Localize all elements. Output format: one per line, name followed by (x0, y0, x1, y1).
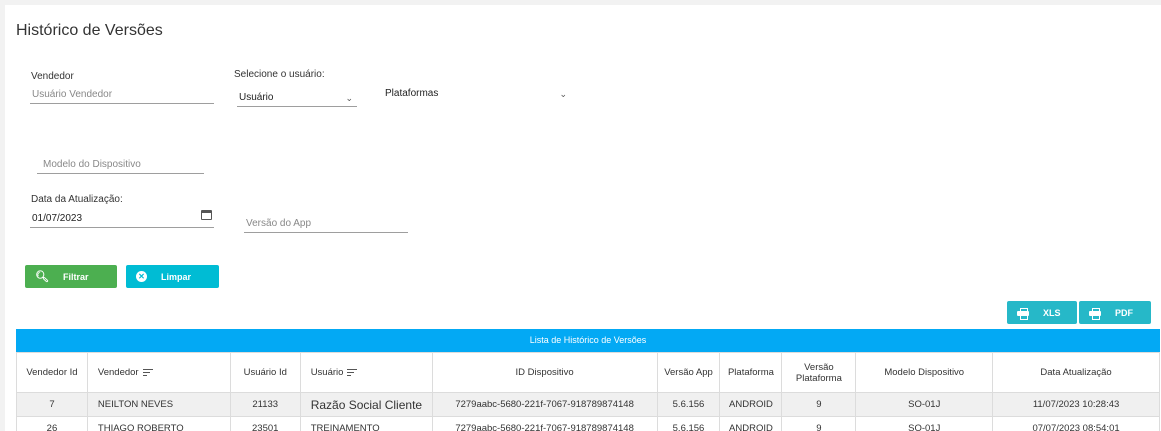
col-plataforma[interactable]: Plataforma (719, 352, 783, 393)
cell-vendedor-id: 26 (16, 416, 88, 431)
col-usuario-label: Usuário (310, 367, 344, 378)
cell-vendedor: NEILTON NEVES (86, 392, 231, 417)
col-vendedor-label: Vendedor (97, 367, 139, 378)
table-header-row: Vendedor Id Vendedor Usuário Id Usuário … (16, 352, 1160, 393)
cell-usuario: TREINAMENTO (299, 416, 433, 431)
cell-vendedor-id: 7 (16, 392, 88, 417)
col-vendedor[interactable]: Vendedor (86, 352, 231, 393)
cell-versao-app: 5.6.156 (656, 392, 721, 417)
cell-usuario: Razão Social Cliente (299, 392, 433, 417)
col-modelo-dispositivo[interactable]: Modelo Dispositivo (855, 352, 994, 393)
table-row[interactable]: 7 NEILTON NEVES 21133 Razão Social Clien… (16, 392, 1160, 417)
table-row[interactable]: 26 THIAGO ROBERTO 23501 TREINAMENTO 7279… (16, 416, 1160, 431)
cell-plataforma: ANDROID (719, 416, 783, 431)
cell-versao-plataforma: 9 (781, 392, 857, 417)
cell-versao-plataforma: 9 (781, 416, 857, 431)
close-circle-icon: ✕ (136, 271, 147, 282)
vendedor-input[interactable]: Usuário Vendedor (30, 88, 214, 104)
clear-button[interactable]: ✕ Limpar (126, 265, 219, 288)
sort-icon[interactable] (347, 368, 358, 376)
modelo-dispositivo-input[interactable]: Modelo do Dispositivo (37, 158, 204, 174)
export-xls-button[interactable]: XLS (1007, 301, 1077, 324)
page-title: Histórico de Versões (16, 22, 163, 39)
cell-data-atualizacao: 11/07/2023 10:28:43 (992, 392, 1160, 417)
vendedor-label: Vendedor (31, 71, 74, 82)
filter-button[interactable]: 🔍︎ Filtrar (25, 265, 117, 288)
col-id-dispositivo[interactable]: ID Dispositivo (431, 352, 658, 393)
cell-modelo-dispositivo: SO-01J (855, 392, 994, 417)
printer-icon (1017, 307, 1029, 320)
cell-usuario-id: 23501 (229, 416, 301, 431)
clear-button-label: Limpar (161, 271, 192, 282)
main-card: Histórico de Versões Vendedor Usuário Ve… (5, 5, 1161, 431)
table-caption: Lista de Histórico de Versões (16, 329, 1160, 352)
cell-versao-app: 5.6.156 (656, 416, 721, 431)
col-data-atualizacao[interactable]: Data Atualização (992, 352, 1160, 393)
cell-vendedor: THIAGO ROBERTO (86, 416, 231, 431)
plataformas-select[interactable]: Plataformas ⌄ (383, 87, 575, 103)
cell-usuario-id: 21133 (229, 392, 301, 417)
col-usuario[interactable]: Usuário (299, 352, 433, 393)
usuario-select[interactable]: Usuário ⌄ (237, 91, 357, 107)
chevron-down-icon: ⌄ (559, 89, 567, 99)
printer-icon (1089, 307, 1101, 320)
cell-data-atualizacao: 07/07/2023 08:54:01 (992, 416, 1160, 431)
export-pdf-button[interactable]: PDF (1079, 301, 1151, 324)
data-atualizacao-input[interactable]: 01/07/2023 (30, 210, 214, 228)
export-pdf-label: PDF (1115, 307, 1133, 318)
search-icon: 🔍︎ (35, 271, 49, 283)
sort-icon[interactable] (142, 368, 153, 376)
plataformas-select-value: Plataformas (385, 88, 439, 99)
col-usuario-id[interactable]: Usuário Id (229, 352, 301, 393)
filter-button-label: Filtrar (62, 271, 89, 282)
cell-modelo-dispositivo: SO-01J (855, 416, 994, 431)
cell-plataforma: ANDROID (719, 392, 783, 417)
usuario-select-value: Usuário (239, 92, 274, 103)
versao-app-input[interactable]: Versão do App (244, 217, 408, 233)
export-xls-label: XLS (1043, 307, 1061, 318)
cell-id-dispositivo: 7279aabc-5680-221f-7067-918789874148 (431, 416, 658, 431)
data-atualizacao-value: 01/07/2023 (32, 213, 83, 224)
cell-id-dispositivo: 7279aabc-5680-221f-7067-918789874148 (431, 392, 658, 417)
calendar-icon[interactable] (201, 210, 212, 220)
col-versao-plataforma[interactable]: Versão Plataforma (781, 352, 857, 393)
usuario-select-label: Selecione o usuário: (234, 69, 325, 80)
data-atualizacao-label: Data da Atualização: (31, 194, 123, 205)
col-versao-app[interactable]: Versão App (656, 352, 721, 393)
chevron-down-icon: ⌄ (345, 93, 353, 103)
versions-table: Vendedor Id Vendedor Usuário Id Usuário … (16, 352, 1160, 431)
col-vendedor-id[interactable]: Vendedor Id (16, 352, 88, 393)
